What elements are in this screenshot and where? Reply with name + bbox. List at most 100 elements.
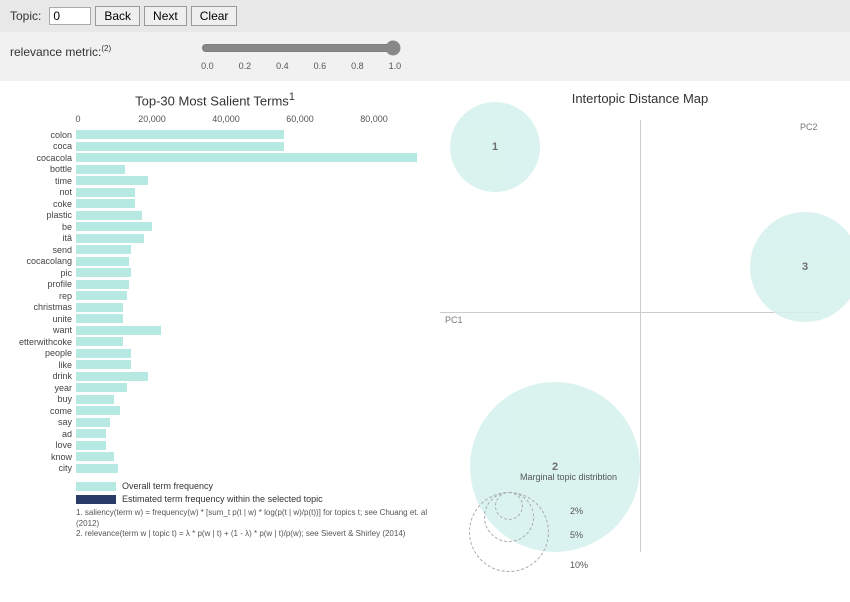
- bar-legend: Overall term frequency Estimated term fr…: [76, 481, 430, 504]
- bar-label: bottle: [0, 164, 76, 174]
- bar-label: itâ: [0, 233, 76, 243]
- topic-input[interactable]: [49, 7, 91, 25]
- bar-x-axis: 020,00040,00060,00080,000: [78, 114, 430, 126]
- bar-label: like: [0, 360, 76, 370]
- bar-row[interactable]: profile: [0, 279, 430, 290]
- bar: [76, 188, 135, 197]
- scale-label-5pct: 5%: [570, 530, 583, 540]
- bar-row[interactable]: like: [0, 359, 430, 370]
- bar-row[interactable]: buy: [0, 394, 430, 405]
- axis-pc2: [640, 120, 641, 552]
- map-panel: Intertopic Distance Map PC2 PC1 1 2 3 Ma…: [440, 91, 840, 592]
- bar-label: coke: [0, 199, 76, 209]
- relevance-slider[interactable]: [201, 40, 401, 56]
- bar-label: not: [0, 187, 76, 197]
- bar-label: cocacola: [0, 153, 76, 163]
- bar: [76, 165, 125, 174]
- bar: [76, 418, 110, 427]
- bar-label: etterwithcoke: [0, 337, 76, 347]
- bar-row[interactable]: year: [0, 382, 430, 393]
- bar: [76, 337, 123, 346]
- bar-row[interactable]: bottle: [0, 164, 430, 175]
- bar-row[interactable]: ad: [0, 428, 430, 439]
- pc2-label: PC2: [800, 122, 818, 132]
- top-toolbar: Topic: Back Next Clear: [0, 0, 850, 32]
- bar-row[interactable]: rep: [0, 290, 430, 301]
- bar: [76, 222, 152, 231]
- bar-row[interactable]: coke: [0, 198, 430, 209]
- bar-label: love: [0, 440, 76, 450]
- bar-row[interactable]: city: [0, 463, 430, 474]
- bar-label: unite: [0, 314, 76, 324]
- bar-list: coloncocacocacolabottletimenot cokeplasti…: [0, 129, 430, 473]
- bar-label: ad: [0, 429, 76, 439]
- back-button[interactable]: Back: [95, 6, 140, 26]
- bar-label: people: [0, 348, 76, 358]
- bar-label: come: [0, 406, 76, 416]
- marginal-label: Marginal topic distribtion: [520, 472, 617, 482]
- bar-row[interactable]: not: [0, 187, 430, 198]
- bar-label: be: [0, 222, 76, 232]
- bar-row[interactable]: say: [0, 417, 430, 428]
- bar-row[interactable]: time: [0, 175, 430, 186]
- bar-row[interactable]: unite: [0, 313, 430, 324]
- bar-label: buy: [0, 394, 76, 404]
- x-tick: 80,000: [360, 114, 388, 124]
- bar-label: want: [0, 325, 76, 335]
- topic-circle-1[interactable]: 1: [450, 102, 540, 192]
- bar: [76, 234, 144, 243]
- bar-row[interactable]: want: [0, 325, 430, 336]
- bar-label: know: [0, 452, 76, 462]
- bar: [76, 142, 284, 151]
- bar: [76, 349, 131, 358]
- bar-label: send: [0, 245, 76, 255]
- bar-row[interactable]: colon: [0, 129, 430, 140]
- bar: [76, 406, 120, 415]
- bar-row[interactable]: people: [0, 348, 430, 359]
- x-tick: 20,000: [138, 114, 166, 124]
- bar-row[interactable]: coca: [0, 141, 430, 152]
- bar: [76, 326, 161, 335]
- next-button[interactable]: Next: [144, 6, 187, 26]
- bar-row[interactable]: know: [0, 451, 430, 462]
- bar: [76, 199, 135, 208]
- bar: [76, 383, 127, 392]
- bar: [76, 153, 417, 162]
- bar: [76, 303, 123, 312]
- bar: [76, 211, 142, 220]
- bar-row[interactable]: plastic: [0, 210, 430, 221]
- relevance-label: relevance metric:(2): [10, 44, 111, 59]
- bar-row[interactable]: come: [0, 405, 430, 416]
- bar-row[interactable]: send: [0, 244, 430, 255]
- bar-row[interactable]: cocacolang: [0, 256, 430, 267]
- bar-row[interactable]: christmas: [0, 302, 430, 313]
- bar-row[interactable]: drink: [0, 371, 430, 382]
- bar-row[interactable]: itâ: [0, 233, 430, 244]
- topic-label: Topic:: [10, 9, 41, 23]
- bar-row[interactable]: pic: [0, 267, 430, 278]
- topic-circle-3[interactable]: 3: [750, 212, 850, 322]
- intertopic-map: PC2 PC1 1 2 3 Marginal topic distribtion…: [440, 112, 840, 592]
- bar-label: rep: [0, 291, 76, 301]
- bar: [76, 130, 284, 139]
- x-tick: 60,000: [286, 114, 314, 124]
- bar-row[interactable]: love: [0, 440, 430, 451]
- bar-label: cocacolang: [0, 256, 76, 266]
- bar-label: christmas: [0, 302, 76, 312]
- bar: [76, 314, 123, 323]
- bar-label: drink: [0, 371, 76, 381]
- swatch-selected: [76, 495, 116, 504]
- bar: [76, 245, 131, 254]
- scale-label-10pct: 10%: [570, 560, 588, 570]
- clear-button[interactable]: Clear: [191, 6, 238, 26]
- bar-label: plastic: [0, 210, 76, 220]
- bar-panel-title: Top-30 Most Salient Terms1: [0, 91, 430, 108]
- bar-row[interactable]: cocacola: [0, 152, 430, 163]
- bar-row[interactable]: etterwithcoke: [0, 336, 430, 347]
- bar-panel: Top-30 Most Salient Terms1 020,00040,000…: [0, 91, 430, 592]
- bar-row[interactable]: be: [0, 221, 430, 232]
- legend-selected: Estimated term frequency within the sele…: [76, 494, 430, 504]
- bar: [76, 257, 129, 266]
- bar: [76, 372, 148, 381]
- scale-label-2pct: 2%: [570, 506, 583, 516]
